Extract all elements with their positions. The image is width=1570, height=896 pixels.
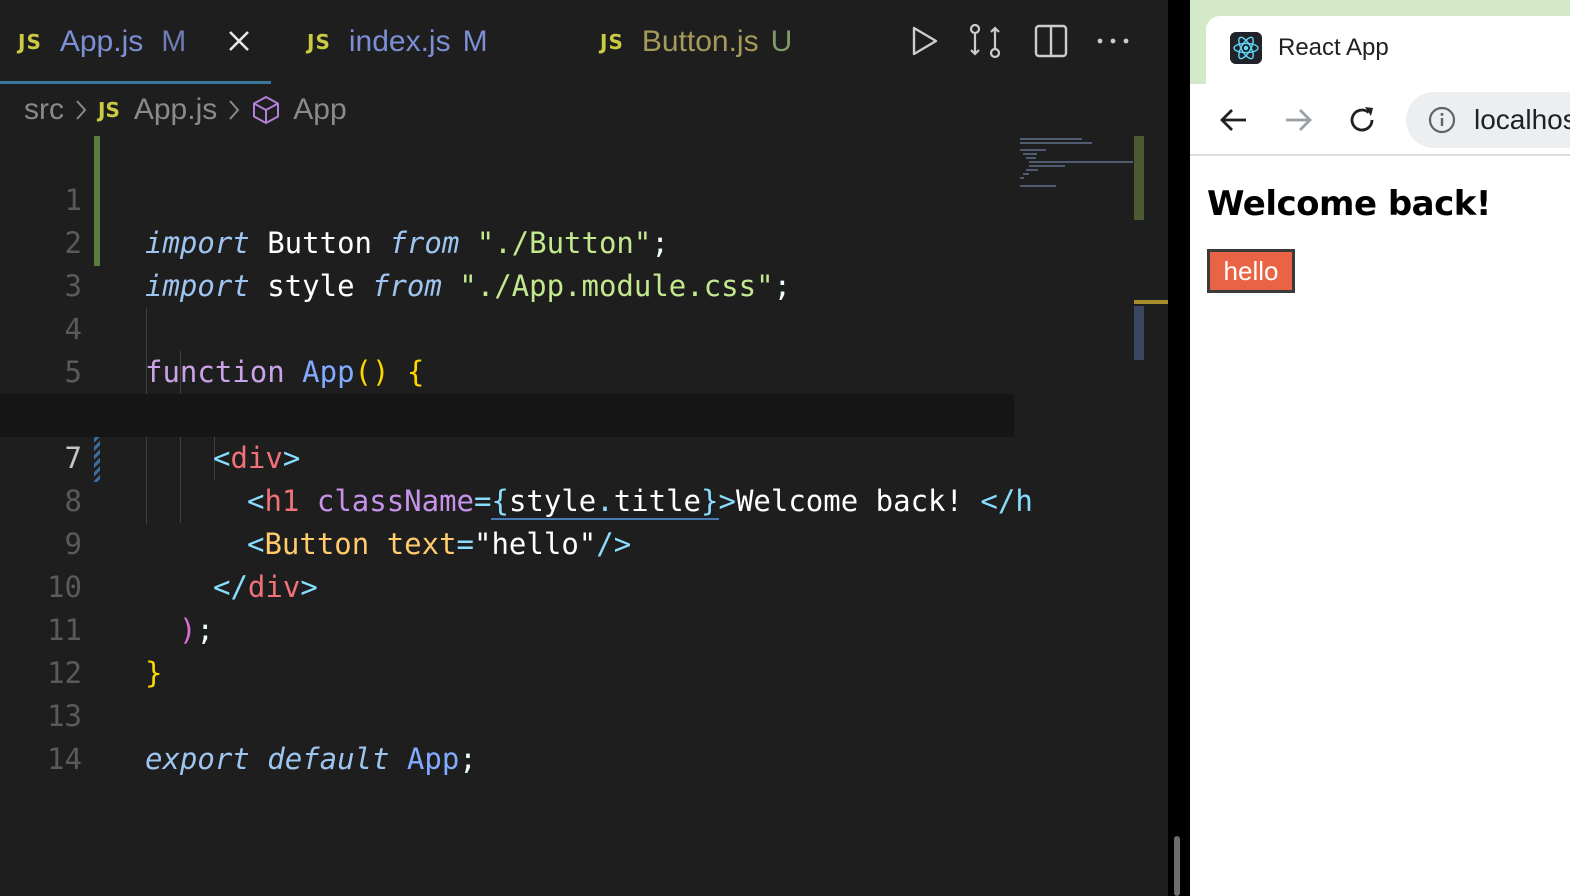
code-editor: JS App.js M JS index.js M JS Button.js U… bbox=[0, 0, 1168, 896]
code-line: 10 ); bbox=[0, 523, 1014, 647]
browser-tab-title: React App bbox=[1278, 34, 1389, 61]
web-page-content: Welcome back! hello bbox=[1190, 158, 1570, 896]
tab-index-js[interactable]: JS index.js M bbox=[307, 0, 488, 84]
run-icon[interactable] bbox=[902, 20, 944, 62]
minimap[interactable] bbox=[1014, 136, 1136, 206]
code-line: 2 import style from "./App.module.css"; bbox=[0, 179, 1014, 303]
breadcrumb-folder[interactable]: src bbox=[24, 93, 64, 127]
modified-flag: M bbox=[161, 25, 187, 58]
overview-ruler-added bbox=[1134, 136, 1144, 220]
page-heading: Welcome back! bbox=[1207, 184, 1491, 224]
code-line: 8 <Button text="hello"/> bbox=[0, 437, 1014, 561]
address-bar[interactable]: localhost bbox=[1406, 92, 1570, 148]
forward-arrow-icon[interactable] bbox=[1282, 104, 1314, 136]
code-line: 9 </div> bbox=[0, 480, 1014, 604]
window-divider bbox=[1168, 0, 1190, 896]
code-area[interactable]: 1 import Button from "./Button"; 2 impor… bbox=[0, 136, 1033, 896]
breadcrumb-symbol[interactable]: App bbox=[293, 93, 346, 127]
split-editor-icon[interactable] bbox=[1030, 20, 1072, 62]
overview-ruler-cursor bbox=[1134, 300, 1168, 304]
javascript-file-icon: JS bbox=[18, 30, 42, 54]
vertical-scrollbar[interactable] bbox=[1174, 836, 1180, 896]
code-line: 6 <div> bbox=[0, 351, 1014, 475]
code-line: 12 bbox=[0, 609, 1014, 690]
code-line: 14 bbox=[0, 695, 1014, 776]
browser-toolbar: localhost bbox=[1190, 84, 1570, 156]
line-number: 14 bbox=[47, 742, 82, 776]
tab-label: App.js bbox=[59, 25, 144, 58]
chevron-right-icon bbox=[76, 100, 87, 120]
symbol-cube-icon bbox=[253, 96, 280, 124]
back-arrow-icon[interactable] bbox=[1218, 104, 1250, 136]
overview-ruler-modified bbox=[1134, 306, 1144, 360]
reload-icon[interactable] bbox=[1346, 104, 1378, 136]
code-line: 13 export default App; bbox=[0, 652, 1014, 776]
chevron-right-icon bbox=[229, 100, 240, 120]
modified-flag: M bbox=[462, 25, 488, 58]
compare-changes-icon[interactable] bbox=[964, 20, 1006, 62]
untracked-flag: U bbox=[770, 25, 793, 58]
code-line: 4 function App() { bbox=[0, 265, 1014, 389]
code-line: 3 bbox=[0, 222, 1014, 303]
active-tab-indicator bbox=[0, 81, 271, 84]
code-line: 5 return ( bbox=[0, 308, 1014, 432]
code-line: 1 import Button from "./Button"; bbox=[0, 136, 1014, 260]
code-line: 11 } bbox=[0, 566, 1014, 690]
breadcrumb-file[interactable]: App.js bbox=[134, 93, 217, 127]
javascript-file-icon: JS bbox=[600, 30, 624, 54]
hello-button[interactable]: hello bbox=[1207, 249, 1295, 293]
breadcrumb: src JS App.js App bbox=[24, 86, 347, 134]
more-actions-icon[interactable] bbox=[1092, 20, 1134, 62]
editor-tab-bar: JS App.js M JS index.js M JS Button.js U bbox=[0, 0, 1168, 84]
code-line-current: 7 <h1 className={style.title}>Welcome ba… bbox=[0, 394, 1033, 520]
react-logo-icon bbox=[1230, 32, 1262, 64]
tab-button-js[interactable]: JS Button.js U bbox=[600, 0, 792, 84]
line-text: export default App; bbox=[145, 742, 477, 776]
tab-label: Button.js bbox=[641, 25, 759, 58]
javascript-file-icon: JS bbox=[98, 98, 120, 122]
close-icon[interactable] bbox=[224, 26, 254, 56]
tab-app-js[interactable]: JS App.js M bbox=[18, 0, 270, 84]
tab-label: index.js bbox=[348, 25, 451, 58]
browser-window: React App localhost Welcome back! hello bbox=[1190, 0, 1570, 896]
info-icon[interactable] bbox=[1428, 106, 1456, 134]
javascript-file-icon: JS bbox=[307, 30, 331, 54]
url-text: localhost bbox=[1474, 104, 1570, 135]
